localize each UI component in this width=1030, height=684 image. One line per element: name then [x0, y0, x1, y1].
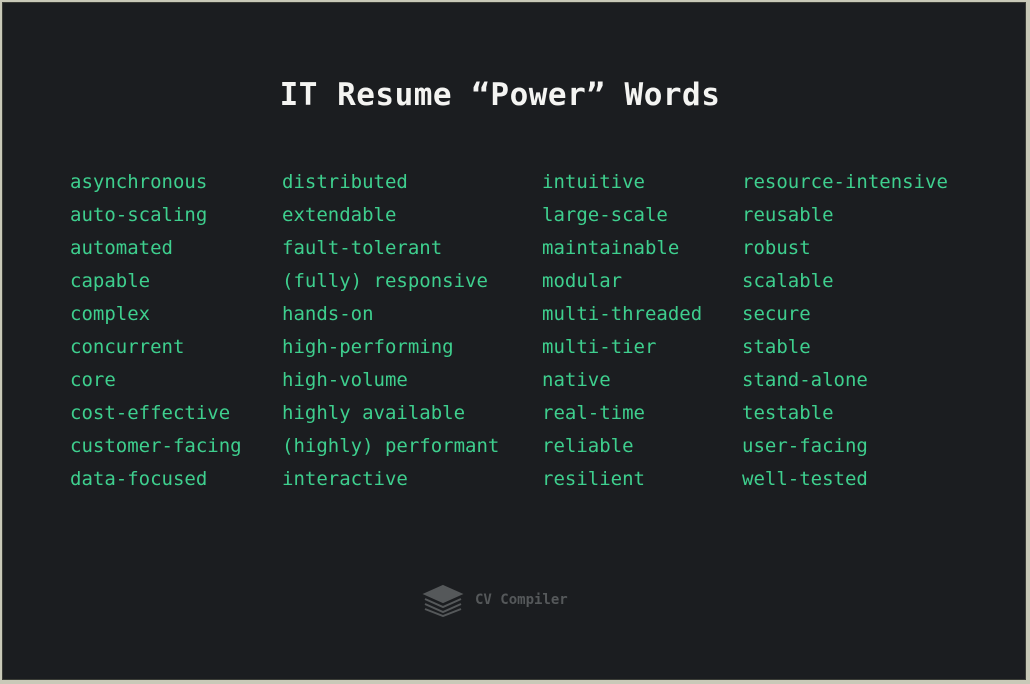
power-word: maintainable	[542, 237, 680, 259]
power-word: resilient	[542, 468, 645, 490]
power-word: extendable	[282, 204, 397, 226]
power-word: hands-on	[282, 303, 374, 325]
brand-name: CV Compiler	[475, 592, 568, 608]
power-word: core	[70, 369, 116, 391]
power-word: auto-scaling	[70, 204, 208, 226]
power-word: well-tested	[742, 468, 868, 490]
power-word: native	[542, 369, 611, 391]
power-word: intuitive	[542, 171, 645, 193]
power-word: cost-effective	[70, 402, 231, 424]
layers-icon	[422, 584, 464, 617]
power-word: reusable	[742, 204, 834, 226]
power-word: (highly) performant	[282, 435, 500, 457]
power-word: resource-intensive	[742, 171, 948, 193]
power-word: interactive	[282, 468, 408, 490]
word-column-3: intuitive large-scale maintainable modular m…	[542, 166, 702, 496]
power-word: high-performing	[282, 336, 454, 358]
power-word: fault-tolerant	[282, 237, 443, 259]
power-word: data-focused	[70, 468, 208, 490]
word-column-4: resource-intensive reusable robust scalable…	[742, 166, 948, 496]
power-word: asynchronous	[70, 171, 208, 193]
power-word: distributed	[282, 171, 408, 193]
power-word: user-facing	[742, 435, 868, 457]
brand-logo: CV Compiler	[421, 583, 568, 617]
power-word: stand-alone	[742, 369, 868, 391]
power-word: complex	[70, 303, 151, 325]
power-word: modular	[542, 270, 623, 292]
power-word: concurrent	[70, 336, 185, 358]
power-word: automated	[70, 237, 173, 259]
power-word: robust	[742, 237, 811, 259]
power-word: testable	[742, 402, 834, 424]
power-word: reliable	[542, 435, 634, 457]
power-word: real-time	[542, 402, 645, 424]
power-word: multi-tier	[542, 336, 657, 358]
power-word: large-scale	[542, 204, 668, 226]
power-word: (fully) responsive	[282, 270, 488, 292]
word-column-2: distributed extendable fault-tolerant (full…	[282, 166, 499, 496]
word-column-1: asynchronous auto-scaling automated capable…	[70, 166, 242, 496]
power-word: scalable	[742, 270, 834, 292]
poster-frame: IT Resume “Power” Words asynchronous auto…	[2, 2, 1026, 680]
page-title: IT Resume “Power” Words	[279, 77, 721, 113]
power-word: capable	[70, 270, 151, 292]
power-word: stable	[742, 336, 811, 358]
power-word: customer-facing	[70, 435, 242, 457]
power-word: secure	[742, 303, 811, 325]
power-word: highly available	[282, 402, 466, 424]
power-word: high-volume	[282, 369, 408, 391]
power-word: multi-threaded	[542, 303, 703, 325]
